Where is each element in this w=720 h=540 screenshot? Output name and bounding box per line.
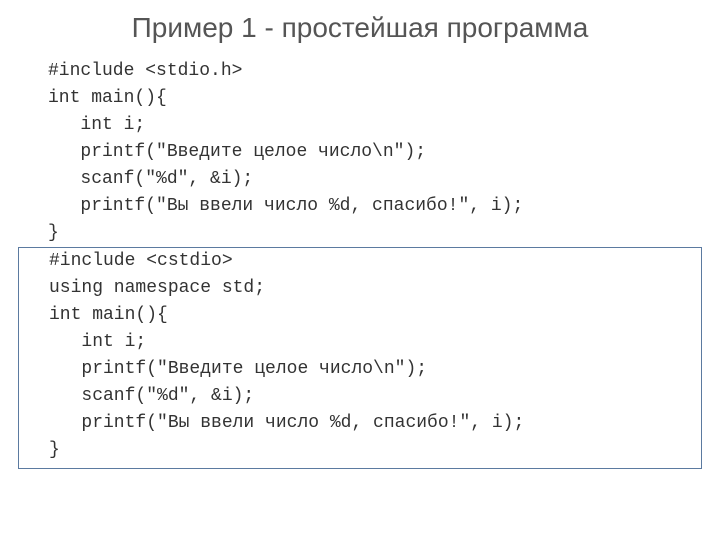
code-line: printf("Вы ввели число %d, спасибо!", i)… [48,193,672,220]
code-line: int main(){ [49,302,671,329]
code-line: printf("Введите целое число\n"); [48,139,672,166]
code-line: } [49,437,671,464]
code-line: printf("Введите целое число\n"); [49,356,671,383]
code-line: int i; [49,329,671,356]
code-line: #include <cstdio> [49,248,671,275]
code-line: int main(){ [48,85,672,112]
code-line: #include <stdio.h> [48,58,672,85]
code-line: } [48,220,672,247]
code-block-cpp-box: #include <cstdio> using namespace std; i… [18,247,702,469]
code-line: scanf("%d", &i); [49,383,671,410]
code-line: printf("Вы ввели число %d, спасибо!", i)… [49,410,671,437]
code-line: using namespace std; [49,275,671,302]
slide-title: Пример 1 - простейшая программа [0,12,720,44]
code-line: scanf("%d", &i); [48,166,672,193]
slide-container: Пример 1 - простейшая программа #include… [0,0,720,469]
code-block-c: #include <stdio.h> int main(){ int i; pr… [0,58,720,247]
code-line: int i; [48,112,672,139]
